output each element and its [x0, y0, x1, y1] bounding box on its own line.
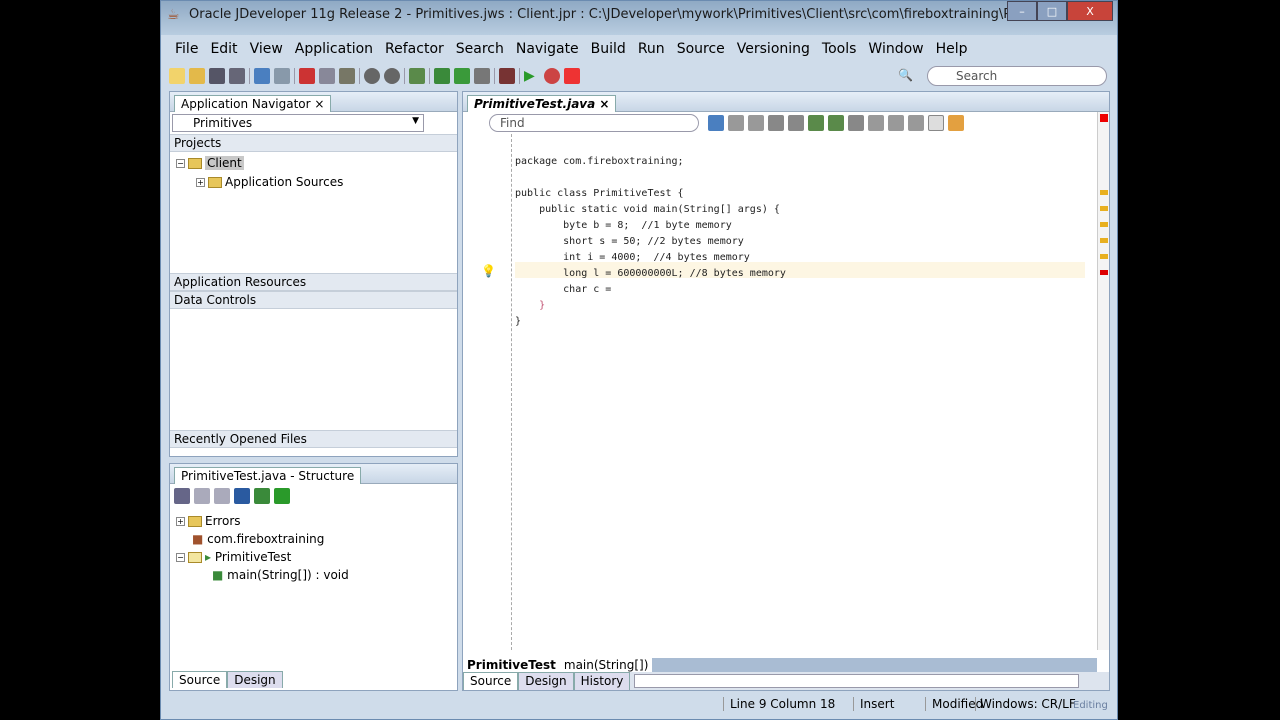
projects-section[interactable]: Projects: [170, 134, 457, 152]
menu-versioning[interactable]: Versioning: [731, 37, 816, 61]
profile-icon[interactable]: [499, 68, 515, 84]
block-icon[interactable]: [788, 115, 804, 131]
refresh-icon[interactable]: [808, 115, 824, 131]
paste-icon[interactable]: [339, 68, 355, 84]
tab-editor-design[interactable]: Design: [518, 672, 574, 690]
static-icon[interactable]: [234, 488, 250, 504]
title-bar: ☕ Oracle JDeveloper 11g Release 2 - Prim…: [161, 1, 1117, 35]
find-input[interactable]: Find: [489, 114, 699, 132]
menu-source[interactable]: Source: [671, 37, 731, 61]
tab-editor-source[interactable]: Source: [463, 672, 519, 690]
tab-source[interactable]: Source: [172, 671, 228, 688]
prev-icon[interactable]: [728, 115, 744, 131]
close-button[interactable]: X: [1067, 1, 1113, 21]
tab-structure[interactable]: PrimitiveTest.java - Structure: [174, 467, 362, 484]
menu-refactor[interactable]: Refactor: [379, 37, 450, 61]
status-eol: Windows: CR/LF: [975, 697, 1076, 711]
tree-errors[interactable]: + Errors: [176, 514, 241, 528]
menu-run[interactable]: Run: [632, 37, 671, 61]
status-mode: Insert: [853, 697, 894, 711]
methods-icon[interactable]: [214, 488, 230, 504]
status-state: Editing: [1073, 700, 1108, 711]
forward-icon[interactable]: [384, 68, 400, 84]
terminate-icon[interactable]: [564, 68, 580, 84]
new-icon[interactable]: [169, 68, 185, 84]
menu-bar: File Edit View Application Refactor Sear…: [169, 37, 974, 61]
save-all-icon[interactable]: [229, 68, 245, 84]
application-select[interactable]: Primitives ▼: [172, 114, 424, 132]
save-icon[interactable]: [209, 68, 225, 84]
menu-window[interactable]: Window: [862, 37, 929, 61]
data-controls-section[interactable]: Data Controls: [170, 291, 457, 309]
indent-icon[interactable]: [848, 115, 864, 131]
menu-tools[interactable]: Tools: [816, 37, 863, 61]
status-position: Line 9 Column 18: [723, 697, 835, 711]
overview-ruler[interactable]: [1097, 112, 1109, 650]
inherited-icon[interactable]: [254, 488, 270, 504]
tree-application-sources[interactable]: + Application Sources: [196, 175, 343, 189]
run-icon[interactable]: ▶: [524, 68, 540, 84]
tab-design[interactable]: Design: [227, 671, 283, 688]
deploy-icon[interactable]: [474, 68, 490, 84]
sort-icon[interactable]: [174, 488, 190, 504]
debug-icon[interactable]: [544, 68, 560, 84]
split-icon[interactable]: [928, 115, 944, 131]
jdeveloper-window: ☕ Oracle JDeveloper 11g Release 2 - Prim…: [160, 0, 1118, 720]
main-toolbar: ▶: [169, 65, 580, 87]
menu-help[interactable]: Help: [930, 37, 974, 61]
template-icon[interactable]: [948, 115, 964, 131]
close-tab-icon[interactable]: ×: [314, 97, 324, 111]
public-icon[interactable]: [274, 488, 290, 504]
comment-icon[interactable]: [828, 115, 844, 131]
tab-primitivetest-java[interactable]: PrimitiveTest.java ×: [467, 95, 617, 112]
redo-icon[interactable]: [274, 68, 290, 84]
toggle-line-icon[interactable]: [708, 115, 724, 131]
open-icon[interactable]: [189, 68, 205, 84]
fields-icon[interactable]: [194, 488, 210, 504]
cut-icon[interactable]: [299, 68, 315, 84]
menu-build[interactable]: Build: [585, 37, 632, 61]
next-bookmark-icon[interactable]: [908, 115, 924, 131]
build-icon[interactable]: [434, 68, 450, 84]
menu-application[interactable]: Application: [289, 37, 379, 61]
window-title: Oracle JDeveloper 11g Release 2 - Primit…: [189, 7, 1033, 22]
menu-file[interactable]: File: [169, 37, 204, 61]
lightbulb-icon[interactable]: 💡: [481, 264, 496, 278]
next-icon[interactable]: [748, 115, 764, 131]
copy-icon[interactable]: [319, 68, 335, 84]
menu-search[interactable]: Search: [450, 37, 510, 61]
menu-view[interactable]: View: [244, 37, 289, 61]
back-icon[interactable]: [364, 68, 380, 84]
tree-class[interactable]: − ▸ PrimitiveTest: [176, 550, 291, 564]
menu-navigate[interactable]: Navigate: [510, 37, 585, 61]
application-resources-section[interactable]: Application Resources: [170, 273, 457, 291]
minimize-button[interactable]: –: [1007, 1, 1037, 21]
tree-method[interactable]: ■ main(String[]) : void: [212, 568, 349, 582]
search-input[interactable]: 🔍 Search: [898, 66, 1107, 86]
braces-icon[interactable]: [768, 115, 784, 131]
undo-icon[interactable]: [254, 68, 270, 84]
java-cup-icon: ☕: [167, 7, 180, 23]
tree-client[interactable]: − Client: [176, 156, 244, 170]
structure-panel: PrimitiveTest.java - Structure + Errors ■…: [169, 463, 458, 691]
make-icon[interactable]: [409, 68, 425, 84]
rebuild-icon[interactable]: [454, 68, 470, 84]
code-text[interactable]: package com.fireboxtraining; public clas…: [515, 138, 786, 330]
horizontal-scrollbar[interactable]: [634, 674, 1079, 688]
tree-package[interactable]: ■ com.fireboxtraining: [192, 532, 324, 546]
code-editor: PrimitiveTest.java × Find 💡 package com.…: [462, 91, 1110, 691]
maximize-button[interactable]: □: [1037, 1, 1067, 21]
tab-editor-history[interactable]: History: [573, 672, 631, 690]
bookmark-icon[interactable]: [868, 115, 884, 131]
search-icon: 🔍: [898, 68, 913, 82]
application-navigator: Application Navigator × Primitives ▼ Proj…: [169, 91, 458, 457]
recently-opened-section[interactable]: Recently Opened Files: [170, 430, 457, 448]
prev-bookmark-icon[interactable]: [888, 115, 904, 131]
menu-edit[interactable]: Edit: [204, 37, 243, 61]
tab-application-navigator[interactable]: Application Navigator ×: [174, 95, 332, 112]
